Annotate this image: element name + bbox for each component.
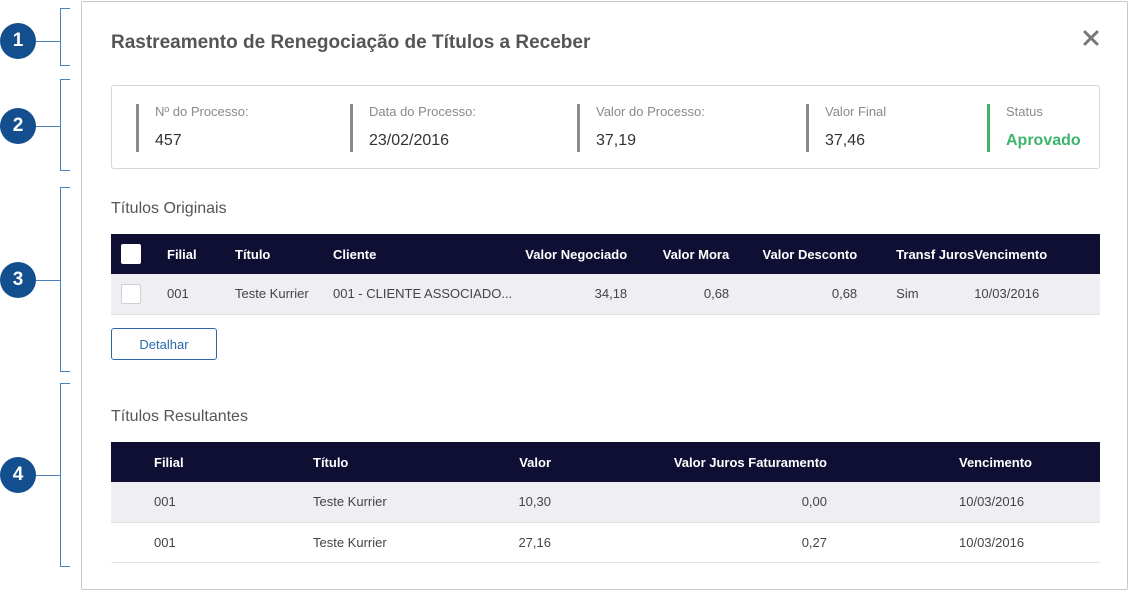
process-date-value: 23/02/2016	[369, 132, 450, 149]
process-date-label: Data do Processo:	[369, 104, 476, 119]
cell-valor-juros: 0,27	[551, 522, 827, 563]
col-cliente[interactable]: Cliente	[333, 234, 512, 274]
select-all-cell	[111, 234, 167, 274]
status-value: Aprovado	[1006, 132, 1081, 149]
final-value-value: 37,46	[825, 132, 866, 149]
process-number-field: Nº do Processo: 457	[136, 104, 249, 152]
status-field: Status Aprovado	[987, 104, 1081, 152]
col-titulo[interactable]: Título	[235, 234, 333, 274]
table-row[interactable]: 001 Teste Kurrier 27,16 0,27 10/03/2016	[111, 522, 1100, 563]
col-vencimento[interactable]: Vencimento	[974, 234, 1100, 274]
col-valor-negociado[interactable]: Valor Negociado	[512, 234, 627, 274]
cell-titulo: Teste Kurrier	[235, 274, 333, 315]
process-value-field: Valor do Processo: 37,19	[577, 104, 705, 152]
col-titulo[interactable]: Título	[313, 442, 481, 482]
final-value-label: Valor Final	[825, 104, 887, 119]
col-transf-juros[interactable]: Transf Juros	[857, 234, 974, 274]
cell-valor-desconto: 0,68	[729, 274, 858, 315]
resulting-titles-heading: Títulos Resultantes	[111, 408, 248, 425]
col-filial[interactable]: Filial	[167, 234, 235, 274]
process-summary: Nº do Processo: 457 Data do Processo: 23…	[111, 85, 1100, 169]
original-titles-table: Filial Título Cliente Valor Negociado Va…	[111, 234, 1100, 315]
cell-vencimento: 10/03/2016	[827, 482, 1100, 523]
close-icon	[1083, 30, 1099, 46]
cell-titulo: Teste Kurrier	[313, 522, 481, 563]
status-label: Status	[1006, 104, 1043, 119]
marker-badge: 1	[0, 23, 36, 59]
col-valor-juros-faturamento[interactable]: Valor Juros Faturamento	[551, 442, 827, 482]
cell-vencimento: 10/03/2016	[974, 274, 1100, 315]
process-number-value: 457	[155, 132, 182, 149]
final-value-field: Valor Final 37,46	[806, 104, 886, 152]
cell-titulo: Teste Kurrier	[313, 482, 481, 523]
modal-title: Rastreamento de Renegociação de Títulos …	[111, 32, 591, 53]
original-titles-heading: Títulos Originais	[111, 200, 227, 217]
col-valor-mora[interactable]: Valor Mora	[627, 234, 729, 274]
process-value-value: 37,19	[596, 132, 637, 149]
table-header-row: Filial Título Valor Valor Juros Faturame…	[111, 442, 1100, 482]
row-checkbox[interactable]	[121, 283, 141, 304]
row-select-cell	[111, 274, 167, 315]
col-valor[interactable]: Valor	[481, 442, 551, 482]
col-filial[interactable]: Filial	[111, 442, 313, 482]
process-number-label: Nº do Processo:	[155, 104, 249, 119]
cell-valor-mora: 0,68	[627, 274, 730, 315]
select-all-checkbox[interactable]	[121, 244, 141, 264]
col-valor-desconto[interactable]: Valor Desconto	[729, 234, 858, 274]
marker-badge: 2	[0, 108, 36, 144]
marker-badge: 3	[0, 262, 36, 298]
marker-badge: 4	[0, 457, 36, 493]
process-date-field: Data do Processo: 23/02/2016	[350, 104, 476, 152]
cell-vencimento: 10/03/2016	[827, 522, 1100, 563]
cell-valor: 10,30	[481, 482, 551, 523]
table-row[interactable]: 001 Teste Kurrier 001 - CLIENTE ASSOCIAD…	[111, 274, 1100, 315]
cell-filial: 001	[111, 482, 313, 523]
resulting-titles-table: Filial Título Valor Valor Juros Faturame…	[111, 442, 1100, 563]
renegotiation-tracking-modal: Rastreamento de Renegociação de Títulos …	[81, 1, 1128, 590]
cell-valor-juros: 0,00	[551, 482, 827, 523]
table-header-row: Filial Título Cliente Valor Negociado Va…	[111, 234, 1100, 274]
cell-transf-juros: Sim	[857, 274, 975, 315]
close-button[interactable]	[1079, 26, 1103, 50]
detail-button[interactable]: Detalhar	[111, 328, 217, 360]
table-row[interactable]: 001 Teste Kurrier 10,30 0,00 10/03/2016	[111, 482, 1100, 523]
process-value-label: Valor do Processo:	[596, 104, 705, 119]
col-vencimento[interactable]: Vencimento	[827, 442, 1100, 482]
cell-filial: 001	[167, 274, 235, 315]
cell-valor: 27,16	[481, 522, 551, 563]
cell-filial: 001	[111, 522, 313, 563]
cell-cliente: 001 - CLIENTE ASSOCIADO...	[333, 274, 513, 315]
cell-valor-negociado: 34,18	[512, 274, 628, 315]
